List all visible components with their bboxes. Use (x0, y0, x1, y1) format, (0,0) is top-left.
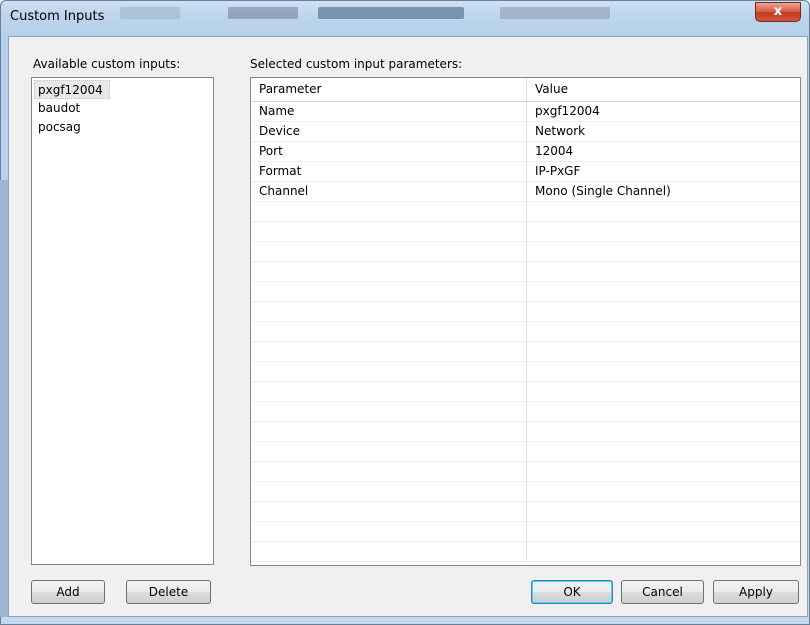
parameter-cell: Port (251, 142, 527, 161)
empty-cell (251, 302, 527, 321)
empty-table-row (251, 262, 800, 282)
ok-button[interactable]: OK (531, 580, 613, 604)
title-bar-decoration (228, 7, 298, 19)
empty-cell (527, 382, 800, 401)
empty-cell (527, 422, 800, 441)
parameter-cell: Format (251, 162, 527, 181)
empty-table-row (251, 222, 800, 242)
parameter-cell: Name (251, 102, 527, 121)
empty-table-row (251, 522, 800, 542)
value-cell[interactable]: Network (527, 122, 800, 141)
parameter-cell: Device (251, 122, 527, 141)
empty-cell (527, 362, 800, 381)
empty-table-row (251, 282, 800, 302)
empty-table-row (251, 302, 800, 322)
empty-table-row (251, 482, 800, 502)
empty-cell (251, 542, 527, 561)
value-cell[interactable]: 12004 (527, 142, 800, 161)
empty-table-row (251, 242, 800, 262)
empty-cell (251, 502, 527, 521)
window-title: Custom Inputs (10, 9, 105, 24)
title-bar[interactable]: Custom Inputs x (0, 0, 810, 34)
empty-cell (251, 202, 527, 221)
list-item-pxgf12004[interactable]: pxgf12004 (34, 80, 110, 99)
apply-button[interactable]: Apply (713, 580, 799, 604)
delete-button[interactable]: Delete (126, 580, 211, 604)
grid-header: Parameter Value (251, 78, 800, 102)
empty-cell (251, 382, 527, 401)
empty-cell (251, 482, 527, 501)
empty-cell (251, 222, 527, 241)
column-header-value[interactable]: Value (527, 78, 800, 101)
title-bar-decoration (318, 7, 464, 19)
parameters-grid[interactable]: Parameter Value Name pxgf12004 Device Ne… (250, 77, 801, 566)
cancel-button[interactable]: Cancel (621, 580, 704, 604)
empty-rows (251, 202, 800, 562)
empty-cell (527, 262, 800, 281)
empty-cell (527, 282, 800, 301)
value-cell[interactable]: IP-PxGF (527, 162, 800, 181)
empty-cell (527, 462, 800, 481)
empty-table-row (251, 422, 800, 442)
empty-cell (527, 502, 800, 521)
empty-cell (251, 442, 527, 461)
close-icon: x (773, 4, 783, 19)
empty-cell (251, 342, 527, 361)
empty-table-row (251, 382, 800, 402)
empty-table-row (251, 442, 800, 462)
list-item-label: baudot (38, 101, 81, 115)
custom-inputs-window: Custom Inputs x Available custom inputs:… (0, 0, 810, 625)
value-cell[interactable]: Mono (Single Channel) (527, 182, 800, 201)
list-item-label: pxgf12004 (38, 83, 103, 97)
available-inputs-label: Available custom inputs: (33, 57, 181, 71)
empty-cell (251, 362, 527, 381)
value-cell[interactable]: pxgf12004 (527, 102, 800, 121)
empty-cell (527, 202, 800, 221)
empty-table-row (251, 542, 800, 562)
selected-parameters-label: Selected custom input parameters: (250, 57, 463, 71)
title-bar-decoration (500, 7, 610, 19)
add-button[interactable]: Add (31, 580, 105, 604)
empty-cell (527, 442, 800, 461)
empty-cell (251, 242, 527, 261)
table-row[interactable]: Name pxgf12004 (251, 102, 800, 122)
empty-cell (527, 482, 800, 501)
empty-cell (251, 402, 527, 421)
column-header-parameter[interactable]: Parameter (251, 78, 527, 101)
empty-cell (527, 302, 800, 321)
empty-table-row (251, 342, 800, 362)
empty-cell (527, 542, 800, 561)
empty-table-row (251, 502, 800, 522)
title-bar-decoration (120, 7, 180, 19)
empty-cell (527, 222, 800, 241)
empty-table-row (251, 462, 800, 482)
list-item-pocsag[interactable]: pocsag (32, 118, 213, 137)
empty-table-row (251, 402, 800, 422)
empty-cell (251, 422, 527, 441)
empty-cell (527, 402, 800, 421)
empty-cell (251, 262, 527, 281)
empty-cell (527, 342, 800, 361)
empty-cell (527, 522, 800, 541)
dialog-body: Available custom inputs: pxgf12004 baudo… (8, 36, 808, 617)
table-row[interactable]: Channel Mono (Single Channel) (251, 182, 800, 202)
empty-cell (251, 282, 527, 301)
table-row[interactable]: Format IP-PxGF (251, 162, 800, 182)
empty-cell (251, 322, 527, 341)
empty-table-row (251, 362, 800, 382)
empty-cell (251, 522, 527, 541)
empty-table-row (251, 202, 800, 222)
empty-table-row (251, 322, 800, 342)
parameter-cell: Channel (251, 182, 527, 201)
list-item-label: pocsag (38, 120, 81, 134)
window-left-edge (0, 180, 8, 617)
available-inputs-list[interactable]: pxgf12004 baudot pocsag (31, 77, 214, 565)
list-item-baudot[interactable]: baudot (32, 99, 213, 118)
close-button[interactable]: x (755, 2, 801, 22)
empty-cell (251, 462, 527, 481)
table-row[interactable]: Device Network (251, 122, 800, 142)
table-row[interactable]: Port 12004 (251, 142, 800, 162)
empty-cell (527, 242, 800, 261)
empty-cell (527, 322, 800, 341)
